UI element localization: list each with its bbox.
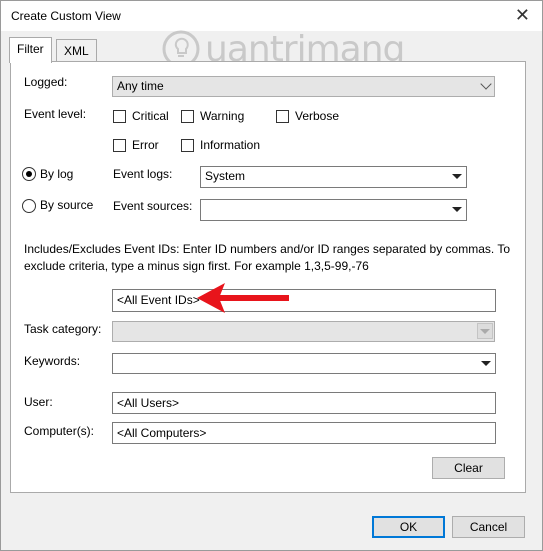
event-level-label: Event level: <box>24 107 87 121</box>
critical-label: Critical <box>132 109 169 123</box>
keywords-label: Keywords: <box>24 354 81 368</box>
dropdown-arrow-icon <box>449 168 465 184</box>
error-label: Error <box>132 138 159 152</box>
by-source-radio[interactable] <box>22 199 36 213</box>
task-category-label: Task category: <box>24 322 102 336</box>
tab-xml[interactable]: XML <box>56 39 97 62</box>
computer-label: Computer(s): <box>24 424 95 438</box>
logged-value: Any time <box>117 79 164 93</box>
user-label: User: <box>24 395 53 409</box>
dialog-window: Create Custom View ✕ uantrimang Filter X… <box>0 0 543 551</box>
by-source-label: By source <box>40 198 94 212</box>
user-input[interactable]: <All Users> <box>112 392 496 414</box>
event-logs-label: Event logs: <box>113 167 173 181</box>
task-category-dropdown <box>112 321 495 342</box>
warning-label: Warning <box>200 109 245 123</box>
event-logs-value: System <box>205 169 246 183</box>
window-title: Create Custom View <box>11 9 121 23</box>
clear-button[interactable]: Clear <box>432 457 505 479</box>
event-sources-label: Event sources: <box>113 199 193 213</box>
red-arrow-icon <box>197 283 289 313</box>
information-checkbox[interactable] <box>181 139 194 152</box>
event-ids-value: <All Event IDs> <box>117 293 200 307</box>
radio-selected-dot <box>26 171 32 177</box>
critical-checkbox[interactable] <box>113 110 126 123</box>
verbose-checkbox[interactable] <box>276 110 289 123</box>
chevron-down-icon <box>480 78 492 90</box>
event-ids-description: Includes/Excludes Event IDs: Enter ID nu… <box>24 242 511 273</box>
information-label: Information <box>200 138 261 152</box>
logged-label: Logged: <box>24 75 68 89</box>
event-logs-dropdown[interactable]: System <box>200 166 467 188</box>
cancel-button[interactable]: Cancel <box>452 516 525 538</box>
by-log-radio[interactable] <box>22 167 36 181</box>
dropdown-arrow-icon <box>477 323 493 339</box>
tab-filter[interactable]: Filter <box>9 37 52 63</box>
event-ids-input[interactable]: <All Event IDs> <box>112 289 496 312</box>
logged-dropdown[interactable]: Any time <box>112 76 495 97</box>
verbose-label: Verbose <box>295 109 340 123</box>
ok-button[interactable]: OK <box>372 516 445 538</box>
user-value: <All Users> <box>117 396 180 410</box>
warning-checkbox[interactable] <box>181 110 194 123</box>
title-bar: Create Custom View ✕ <box>1 1 542 31</box>
keywords-dropdown[interactable] <box>112 353 496 374</box>
dropdown-arrow-icon <box>478 355 494 371</box>
computer-value: <All Computers> <box>117 426 207 440</box>
error-checkbox[interactable] <box>113 139 126 152</box>
event-sources-dropdown[interactable] <box>200 199 467 221</box>
dropdown-arrow-icon <box>449 201 465 217</box>
computer-input[interactable]: <All Computers> <box>112 422 496 444</box>
by-log-label: By log <box>40 167 74 181</box>
close-icon[interactable]: ✕ <box>515 5 530 26</box>
